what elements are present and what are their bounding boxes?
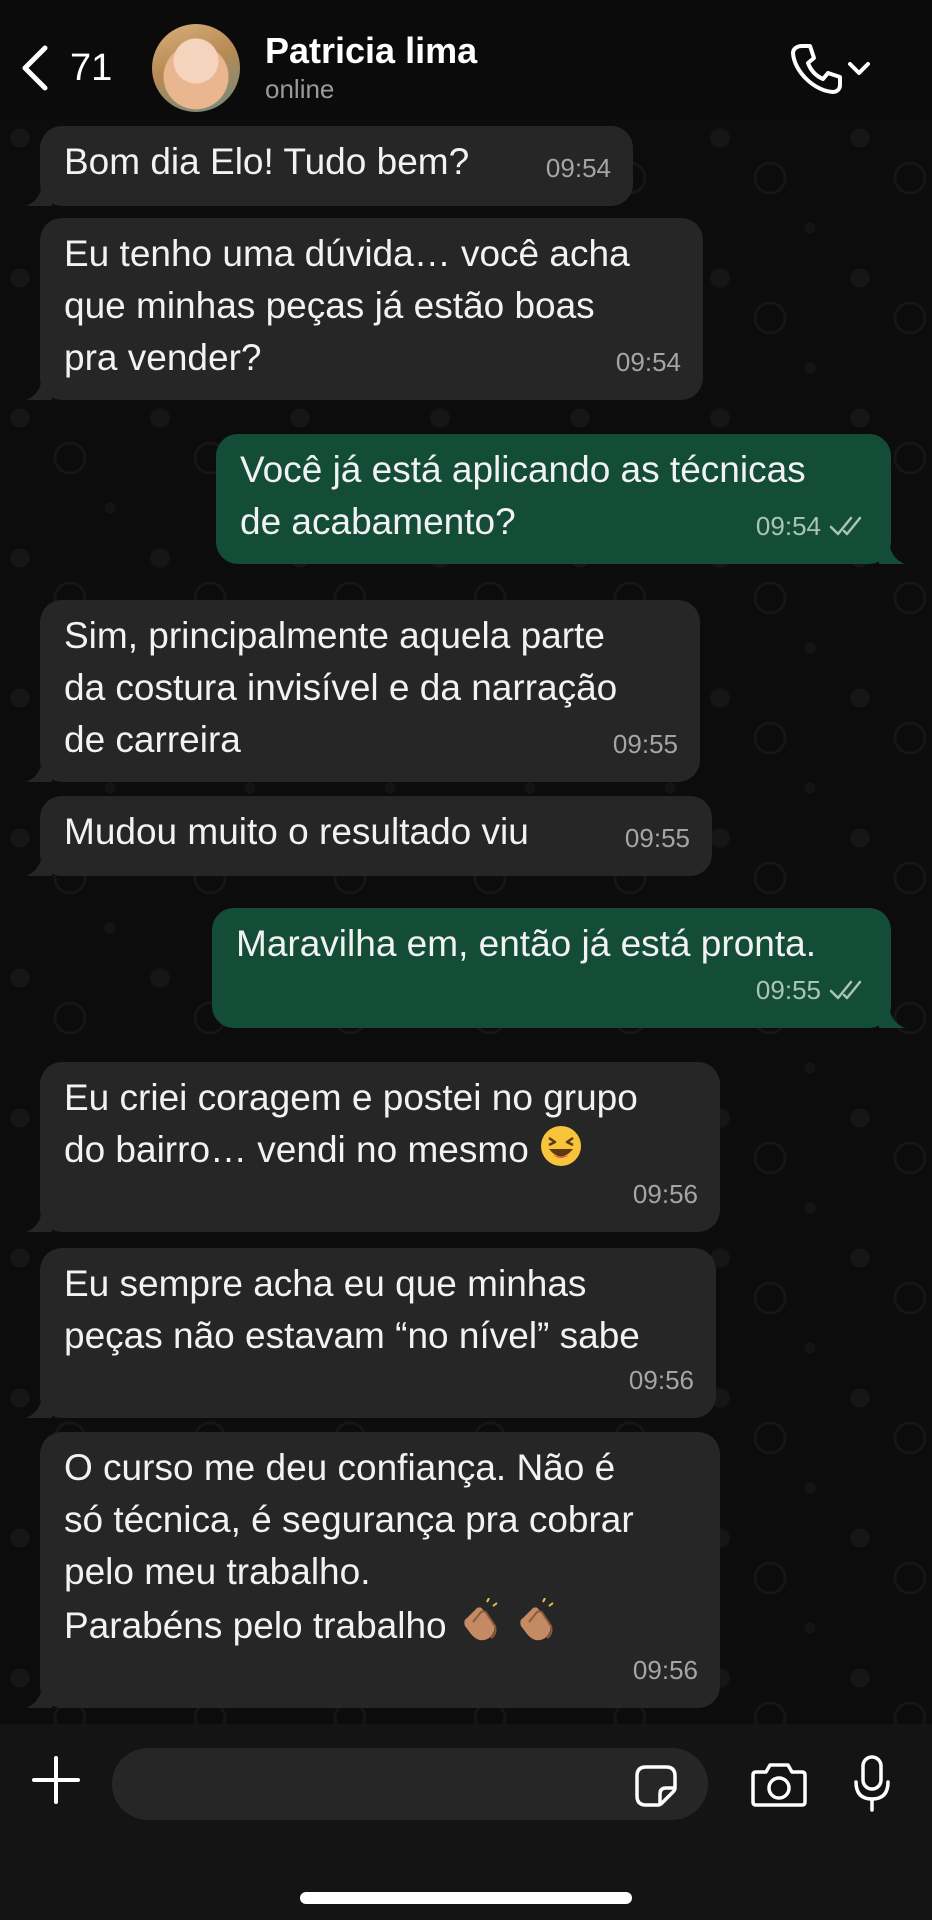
message-text: Mudou muito o resultado viu: [64, 811, 529, 852]
message-bubble-incoming[interactable]: Bom dia Elo! Tudo bem? 09:54: [26, 126, 633, 206]
message-text: Você já está aplicando as técnicas de ac…: [240, 449, 806, 542]
message-time: 09:56: [628, 1365, 694, 1395]
microphone-icon[interactable]: [852, 1754, 892, 1814]
bubble-tail: [26, 850, 52, 876]
message-text: Eu sempre acha eu que minhas peças não e…: [64, 1263, 640, 1356]
back-button[interactable]: 71: [18, 40, 128, 96]
message-bubble-incoming[interactable]: Mudou muito o resultado viu 09:55: [26, 796, 712, 876]
message-time: 09:54: [615, 347, 681, 377]
double-check-icon: [829, 516, 862, 536]
contact-name[interactable]: Patricia lima: [265, 30, 477, 72]
message-time-text: 09:54: [755, 511, 821, 541]
plus-icon[interactable]: [30, 1754, 82, 1806]
bubble-tail: [26, 180, 52, 206]
bubble-tail: [26, 374, 52, 400]
chat-header: 71 Patricia lima online: [0, 0, 932, 118]
sticker-icon[interactable]: [634, 1764, 678, 1808]
message-time: 09:55: [612, 729, 678, 759]
camera-icon[interactable]: [750, 1760, 808, 1808]
bubble-tail: [26, 1392, 52, 1418]
avatar[interactable]: [152, 24, 240, 112]
message-bubble-incoming[interactable]: Eu criei coragem e postei no grupo do ba…: [26, 1062, 720, 1232]
message-time: 09:55: [624, 823, 690, 853]
clapping-hands-icon: [457, 1597, 503, 1658]
message-time: 09:54: [545, 153, 611, 183]
chevron-down-icon: [848, 62, 870, 75]
message-text: Bom dia Elo! Tudo bem?: [64, 141, 470, 182]
message-time: 09:55: [756, 964, 869, 1016]
chevron-left-icon: [22, 45, 48, 91]
message-text: Sim, principalmente aquela parte da cost…: [64, 615, 618, 760]
home-indicator[interactable]: [300, 1892, 632, 1904]
message-time: 09:56: [632, 1655, 698, 1685]
contact-status: online: [265, 74, 335, 104]
unread-count: 71: [70, 46, 113, 89]
bubble-tail: [879, 1002, 905, 1028]
call-button[interactable]: [788, 40, 888, 96]
message-bubble-outgoing[interactable]: Maravilha em, então já está pronta. 09:5…: [212, 908, 905, 1028]
bubble-tail: [26, 756, 52, 782]
phone-icon: [791, 44, 842, 94]
message-time: 09:54: [756, 500, 869, 552]
composer-bar: [0, 1724, 932, 1920]
message-bubble-incoming[interactable]: O curso me deu confiança. Não é só técni…: [26, 1432, 720, 1708]
bubble-tail: [879, 538, 905, 564]
message-text: Eu tenho uma dúvida… você acha que minha…: [64, 233, 630, 378]
message-bubble-incoming[interactable]: Sim, principalmente aquela parte da cost…: [26, 600, 700, 782]
bubble-tail: [26, 1206, 52, 1232]
double-check-icon: [829, 980, 862, 1000]
laughing-face-icon: [539, 1124, 583, 1182]
bubble-tail: [26, 1682, 52, 1708]
message-time: 09:56: [632, 1179, 698, 1209]
message-time-text: 09:55: [755, 975, 821, 1005]
message-bubble-incoming[interactable]: Eu sempre acha eu que minhas peças não e…: [26, 1248, 716, 1418]
clapping-hands-icon: [513, 1597, 559, 1658]
message-input[interactable]: [112, 1748, 708, 1820]
message-bubble-incoming[interactable]: Eu tenho uma dúvida… você acha que minha…: [26, 218, 703, 400]
message-bubble-outgoing[interactable]: Você já está aplicando as técnicas de ac…: [216, 434, 905, 564]
message-text: Maravilha em, então já está pronta.: [236, 923, 816, 964]
